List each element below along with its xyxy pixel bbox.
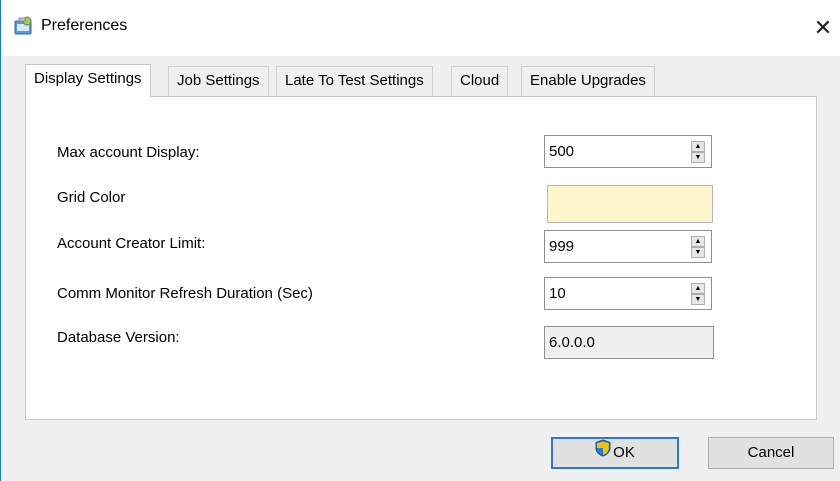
tab-late-to-test-settings[interactable]: Late To Test Settings bbox=[276, 66, 433, 96]
title-bar: Preferences ✕ bbox=[1, 0, 840, 56]
max-account-display-label: Max account Display: bbox=[57, 144, 200, 161]
database-version-value: 6.0.0.0 bbox=[549, 334, 595, 351]
comm-monitor-refresh-label: Comm Monitor Refresh Duration (Sec) bbox=[57, 285, 313, 302]
cancel-button[interactable]: Cancel bbox=[708, 437, 834, 469]
down-arrow-icon[interactable]: ▼ bbox=[691, 294, 705, 305]
tab-strip: Display Settings Job Settings Late To Te… bbox=[25, 64, 685, 97]
down-arrow-icon[interactable]: ▼ bbox=[691, 247, 705, 258]
account-creator-limit-label: Account Creator Limit: bbox=[57, 235, 206, 252]
tab-display-settings[interactable]: Display Settings bbox=[25, 64, 151, 97]
display-settings-panel: Max account Display: 500 ▲ ▼ Grid Color … bbox=[25, 96, 817, 420]
grid-color-swatch[interactable] bbox=[547, 185, 713, 223]
tab-job-settings[interactable]: Job Settings bbox=[168, 66, 269, 96]
close-icon[interactable]: ✕ bbox=[805, 8, 840, 48]
down-arrow-icon[interactable]: ▼ bbox=[691, 152, 705, 163]
stepper-buttons: ▲ ▼ bbox=[691, 141, 705, 163]
window-title: Preferences bbox=[41, 17, 128, 34]
max-account-display-stepper[interactable]: 500 ▲ ▼ bbox=[544, 135, 712, 168]
grid-color-label: Grid Color bbox=[57, 189, 126, 206]
tab-cloud[interactable]: Cloud bbox=[451, 66, 509, 96]
max-account-display-value[interactable]: 500 bbox=[549, 143, 574, 160]
comm-monitor-refresh-stepper[interactable]: 10 ▲ ▼ bbox=[544, 277, 712, 310]
comm-monitor-refresh-value[interactable]: 10 bbox=[549, 285, 566, 302]
stepper-buttons: ▲ ▼ bbox=[691, 283, 705, 305]
database-version-label: Database Version: bbox=[57, 329, 180, 346]
up-arrow-icon[interactable]: ▲ bbox=[691, 141, 705, 152]
up-arrow-icon[interactable]: ▲ bbox=[691, 236, 705, 247]
up-arrow-icon[interactable]: ▲ bbox=[691, 283, 705, 294]
ok-button[interactable]: OK bbox=[551, 437, 679, 469]
ok-button-label: OK bbox=[613, 444, 635, 461]
account-creator-limit-value[interactable]: 999 bbox=[549, 238, 574, 255]
database-version-field: 6.0.0.0 bbox=[544, 326, 714, 359]
stepper-buttons: ▲ ▼ bbox=[691, 236, 705, 258]
preferences-app-icon bbox=[13, 15, 35, 37]
preferences-dialog: Preferences ✕ Display Settings Job Setti… bbox=[0, 0, 840, 481]
tab-enable-upgrades[interactable]: Enable Upgrades bbox=[521, 66, 655, 96]
shield-icon bbox=[595, 439, 611, 467]
account-creator-limit-stepper[interactable]: 999 ▲ ▼ bbox=[544, 230, 712, 263]
